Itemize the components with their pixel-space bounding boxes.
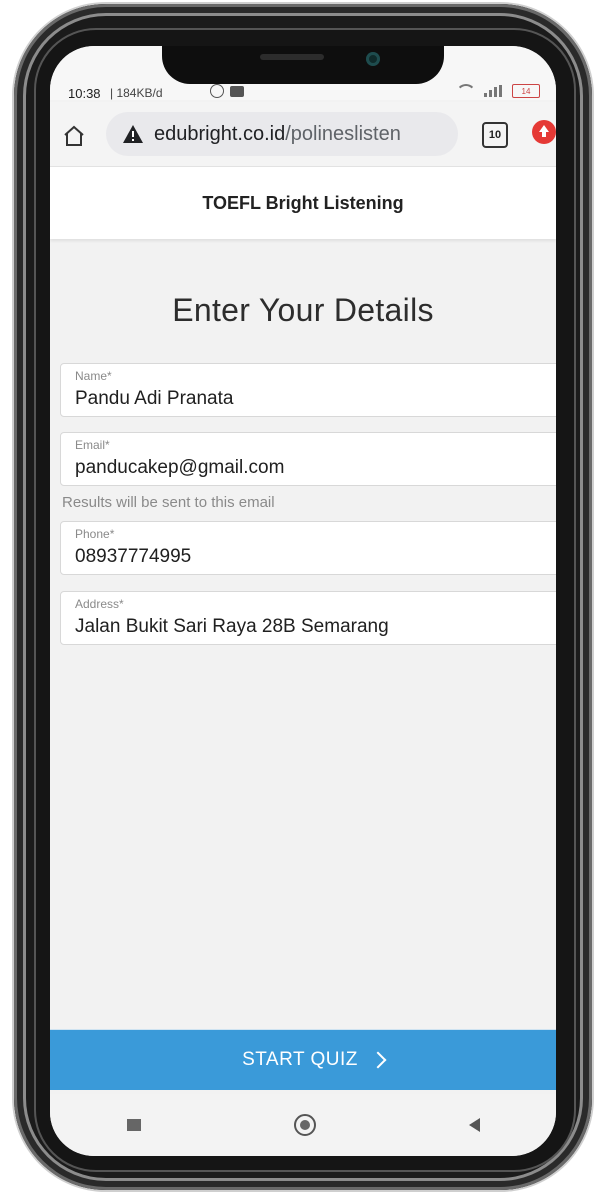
phone-input[interactable]: 08937774995	[75, 546, 191, 568]
alarm-icon	[210, 84, 224, 98]
warning-icon[interactable]	[122, 124, 144, 144]
status-data-rate: | 184KB/d	[110, 86, 163, 100]
wifi-icon	[454, 84, 476, 98]
status-time: 10:38	[68, 86, 101, 101]
image-notification-icon	[230, 85, 244, 97]
email-label: Email*	[75, 438, 110, 452]
address-input[interactable]: Jalan Bukit Sari Raya 28B Semarang	[75, 616, 389, 638]
speaker-grille	[260, 54, 324, 60]
email-input[interactable]: panducakep@gmail.com	[75, 457, 284, 479]
browser-address-bar: edubright.co.id/polineslisten 10	[50, 102, 556, 167]
name-input[interactable]: Pandu Adi Pranata	[75, 388, 233, 410]
start-quiz-button[interactable]: START QUIZ	[50, 1029, 556, 1090]
android-nav-bar	[50, 1094, 556, 1156]
recent-apps-icon[interactable]	[126, 1119, 141, 1131]
tabs-count-button[interactable]: 10	[482, 122, 508, 148]
status-icons-left	[210, 84, 244, 98]
start-quiz-label: START QUIZ	[242, 1049, 358, 1070]
nav-home-icon[interactable]	[293, 1114, 316, 1136]
name-label: Name*	[75, 369, 112, 383]
phone-label: Phone*	[75, 527, 115, 541]
page-title: Enter Your Details	[172, 292, 434, 328]
url-text: edubright.co.id/polineslisten	[154, 123, 401, 146]
back-icon[interactable]	[468, 1118, 480, 1132]
chevron-right-icon	[369, 1051, 387, 1069]
update-menu-icon[interactable]	[532, 120, 556, 144]
camera-icon	[366, 52, 380, 66]
home-icon[interactable]	[62, 124, 86, 148]
phone-screen: 10:38 | 184KB/d 14 edubright.co.id/polin…	[50, 46, 556, 1156]
address-field[interactable]: Address* Jalan Bukit Sari Raya 28B Semar…	[60, 591, 556, 645]
page-header: TOEFL Bright Listening	[50, 167, 556, 239]
name-field[interactable]: Name* Pandu Adi Pranata	[60, 363, 556, 417]
signal-icon	[484, 85, 502, 97]
email-field[interactable]: Email* panducakep@gmail.com	[60, 432, 556, 486]
email-helper-text: Results will be sent to this email	[62, 494, 275, 511]
address-label: Address*	[75, 597, 124, 611]
phone-field[interactable]: Phone* 08937774995	[60, 521, 556, 575]
status-icons-right: 14	[454, 84, 540, 98]
url-field[interactable]: edubright.co.id/polineslisten	[106, 112, 458, 156]
battery-icon: 14	[512, 84, 540, 98]
url-domain: edubright.co.id	[154, 122, 286, 145]
url-path: /polineslisten	[285, 122, 401, 145]
notch	[162, 46, 444, 84]
